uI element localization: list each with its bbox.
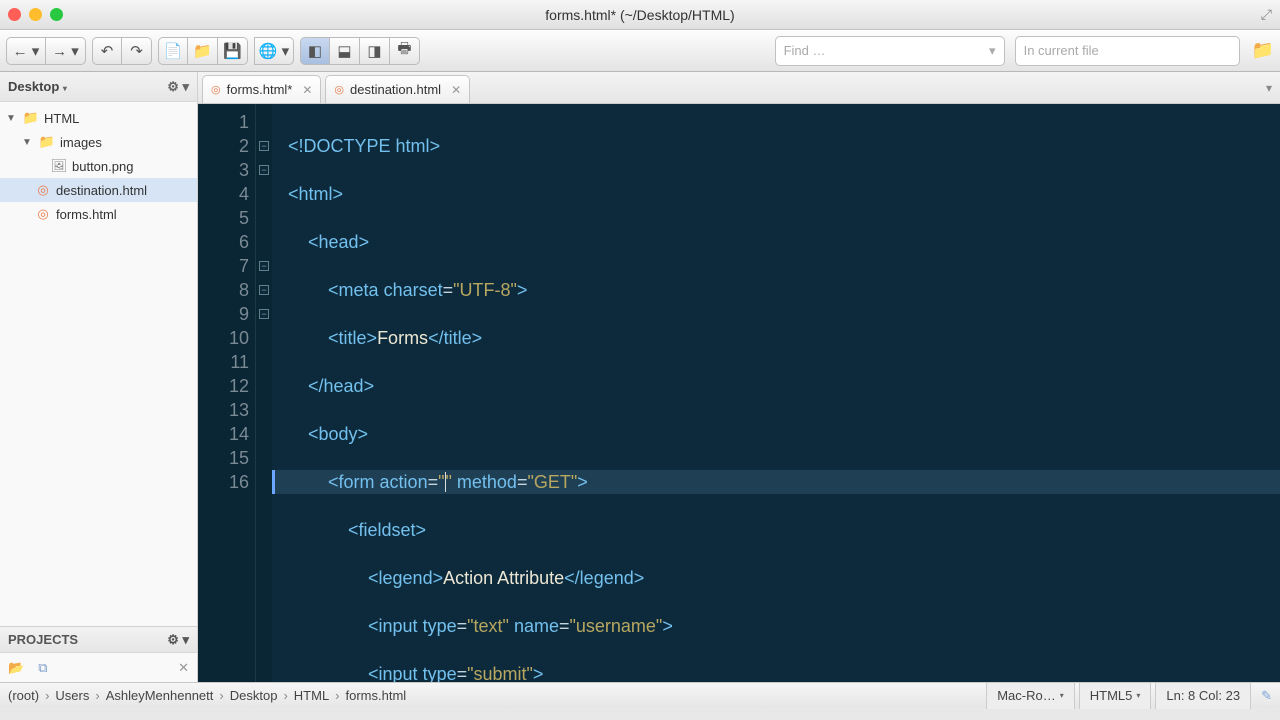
- zoom-window-icon[interactable]: [50, 8, 63, 21]
- duplicate-project-icon[interactable]: ⧉: [38, 660, 47, 676]
- status-bar: (root)› Users› AshleyMenhennett› Desktop…: [0, 682, 1280, 708]
- file-tree: ▼📁HTML ▼📁images 🖼button.png ◎destination…: [0, 102, 197, 626]
- window-controls: [8, 8, 63, 21]
- file-sidebar: Desktop ▾ ⚙ ▾ ▼📁HTML ▼📁images 🖼button.pn…: [0, 72, 198, 682]
- close-icon[interactable]: ✕: [451, 83, 461, 97]
- tree-folder-images[interactable]: ▼📁images: [0, 130, 197, 154]
- tab-bar: ◎ forms.html* ✕ ◎ destination.html ✕ ▾: [198, 72, 1280, 104]
- status-info-icon[interactable]: ✎: [1261, 688, 1272, 704]
- line-gutter: 12345678910111213141516: [198, 104, 256, 682]
- layout-bottom-panel-button[interactable]: ⬓: [330, 37, 360, 65]
- window-title: forms.html* (~/Desktop/HTML): [545, 7, 734, 23]
- breadcrumb[interactable]: Desktop: [230, 688, 278, 703]
- find-placeholder: Find …: [784, 43, 826, 58]
- breadcrumb[interactable]: Users: [55, 688, 89, 703]
- tree-folder-html[interactable]: ▼📁HTML: [0, 106, 197, 130]
- fold-marker-icon[interactable]: −: [259, 285, 269, 295]
- undo-button[interactable]: ↶: [92, 37, 122, 65]
- gear-icon[interactable]: ⚙ ▾: [167, 79, 189, 95]
- minimize-window-icon[interactable]: [29, 8, 42, 21]
- encoding-select[interactable]: Mac-Ro…▾: [986, 683, 1075, 709]
- html-file-icon: ◎: [211, 83, 221, 96]
- find-context-select[interactable]: In current file: [1015, 36, 1240, 66]
- tab-destination[interactable]: ◎ destination.html ✕: [325, 75, 470, 103]
- main-toolbar: ← ▾ → ▾ ↶ ↷ 📄 📁 💾 🌐 ▾ ◧ ⬓ ◨ 🖶 Find … ▾ I…: [0, 30, 1280, 72]
- code-editor[interactable]: 12345678910111213141516 − − − − − <!DOCT…: [198, 104, 1280, 682]
- html-file-icon: ◎: [334, 83, 344, 96]
- breadcrumb[interactable]: forms.html: [346, 688, 407, 703]
- breadcrumb[interactable]: (root): [8, 688, 39, 703]
- close-icon[interactable]: ✕: [302, 83, 312, 97]
- gear-icon[interactable]: ⚙ ▾: [167, 632, 189, 648]
- tree-file-forms[interactable]: ◎forms.html: [0, 202, 197, 226]
- fold-marker-icon[interactable]: −: [259, 261, 269, 271]
- new-file-button[interactable]: 📄: [158, 37, 188, 65]
- tree-file-destination[interactable]: ◎destination.html: [0, 178, 197, 202]
- forward-button[interactable]: → ▾: [46, 37, 86, 65]
- open-folder-button[interactable]: 📁: [188, 37, 218, 65]
- projects-toolbar: 📂 ⧉ ✕: [0, 652, 197, 682]
- browser-preview-button[interactable]: 🌐 ▾: [254, 37, 294, 65]
- chevron-down-icon: ▾: [989, 43, 996, 59]
- close-window-icon[interactable]: [8, 8, 21, 21]
- layout-print-button[interactable]: 🖶: [390, 37, 420, 65]
- layout-left-panel-button[interactable]: ◧: [300, 37, 330, 65]
- tree-file-button-png[interactable]: 🖼button.png: [0, 154, 197, 178]
- syntax-select[interactable]: HTML5▾: [1079, 683, 1152, 709]
- open-containing-folder-button[interactable]: 📁: [1252, 40, 1274, 61]
- fold-marker-icon[interactable]: −: [259, 165, 269, 175]
- tab-forms[interactable]: ◎ forms.html* ✕: [202, 75, 321, 103]
- editor-panel: ◎ forms.html* ✕ ◎ destination.html ✕ ▾ 1…: [198, 72, 1280, 682]
- fold-marker-icon[interactable]: −: [259, 141, 269, 151]
- breadcrumb[interactable]: AshleyMenhennett: [106, 688, 214, 703]
- maximize-icon[interactable]: ⤢: [1261, 6, 1272, 23]
- code-content[interactable]: <!DOCTYPE html> <html> <head> <meta char…: [272, 104, 1280, 682]
- projects-header[interactable]: PROJECTS ⚙ ▾: [0, 626, 197, 652]
- close-project-icon[interactable]: ✕: [178, 660, 189, 676]
- find-input[interactable]: Find … ▾: [775, 36, 1005, 66]
- window-titlebar: forms.html* (~/Desktop/HTML) ⤢: [0, 0, 1280, 30]
- open-project-icon[interactable]: 📂: [8, 660, 24, 676]
- sidebar-header[interactable]: Desktop ▾ ⚙ ▾: [0, 72, 197, 102]
- fold-column: − − − − −: [256, 104, 272, 682]
- redo-button[interactable]: ↷: [122, 37, 152, 65]
- back-button[interactable]: ← ▾: [6, 37, 46, 65]
- find-context-label: In current file: [1024, 43, 1099, 58]
- tab-overflow-icon[interactable]: ▾: [1266, 81, 1272, 95]
- breadcrumb[interactable]: HTML: [294, 688, 329, 703]
- cursor-position[interactable]: Ln: 8 Col: 23: [1155, 683, 1251, 709]
- layout-right-panel-button[interactable]: ◨: [360, 37, 390, 65]
- fold-marker-icon[interactable]: −: [259, 309, 269, 319]
- save-button[interactable]: 💾: [218, 37, 248, 65]
